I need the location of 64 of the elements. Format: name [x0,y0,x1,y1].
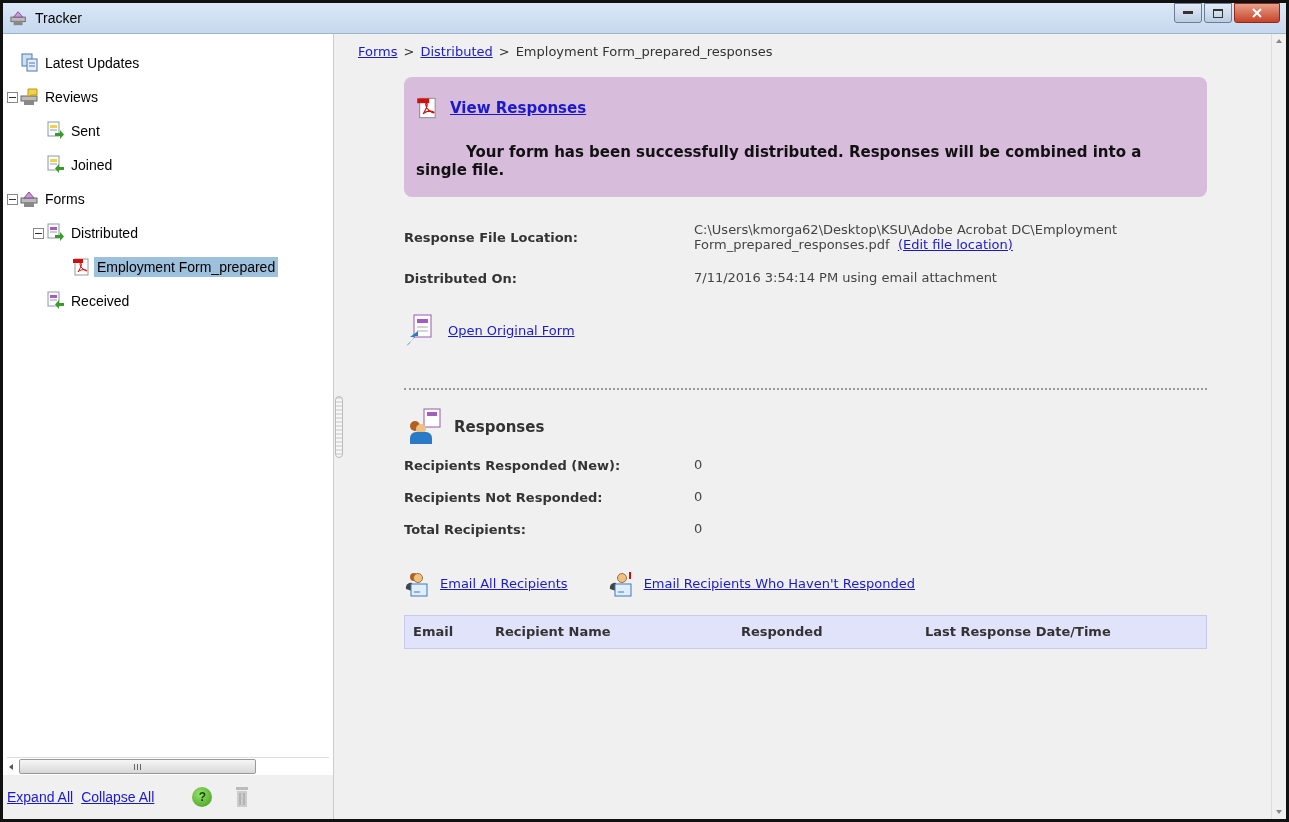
scroll-left-icon[interactable] [7,762,15,771]
column-header[interactable]: Recipient Name [495,624,741,640]
detail-label: Response File Location: [404,230,580,246]
tree-action-link[interactable]: Collapse All [81,789,155,805]
tree-item[interactable]: Sent [68,121,103,141]
folder-item-icon [46,291,66,311]
tree-item[interactable]: Forms [42,189,88,209]
view-responses-link[interactable]: View Responses [450,99,587,117]
pdf-file-icon [72,257,92,277]
minimize-icon [1183,11,1193,15]
tracker-icon [9,9,29,27]
tree-item[interactable]: Received [68,291,133,311]
detail-label: Distributed On: [404,270,518,286]
folder-item-icon [20,53,40,73]
breadcrumb-current: Employment Form_prepared_responses [515,44,773,59]
splitter-handle[interactable] [335,395,343,458]
stat-label: Total Recipients: [404,521,527,537]
tree-item[interactable]: Reviews [42,87,101,107]
folder-item-icon [20,87,40,107]
folder-item-icon [46,155,66,175]
breadcrumb-link[interactable]: Forms [358,44,398,59]
detail-value: C:\Users\kmorga62\Desktop\KSU\Adobe Acrobat DC\Employment [694,223,1118,238]
maximize-icon [1213,8,1223,18]
email-link[interactable]: Email All Recipients [440,576,568,592]
close-button[interactable] [1234,3,1280,23]
edit-location-link[interactable]: (Edit file location) [897,236,1013,252]
tree-item[interactable]: Distributed [68,223,141,243]
email-link[interactable]: Email Recipients Who Haven't Responded [643,576,915,592]
stat-value: 0 [694,457,704,473]
window-title: Tracker [35,10,83,26]
detail-value: Form_prepared_responses.pdf [694,236,890,252]
tree-item[interactable]: Latest Updates [42,53,143,73]
column-header[interactable]: Responded [741,624,925,640]
stat-value: 0 [694,521,704,537]
column-header[interactable]: Email [413,624,495,640]
detail-value: 7/11/2016 3:54:14 PM using email attachment [694,269,997,285]
open-original-form-link[interactable]: Open Original Form [448,323,575,339]
breadcrumb-separator: > [498,44,510,59]
folder-item-icon [20,189,40,209]
folder-item-icon [46,121,66,141]
tree-item[interactable]: Joined [68,155,116,175]
maximize-button[interactable] [1204,3,1232,23]
stat-label: Recipients Responded (New): [404,457,622,473]
folder-item-icon [46,223,66,243]
stat-value: 0 [694,489,704,505]
horizontal-scrollbar[interactable] [7,757,329,775]
tree-action-link[interactable]: Expand All [7,789,74,805]
scroll-down-icon[interactable] [1275,809,1283,815]
minimize-button[interactable] [1174,3,1202,23]
collapse-toggle[interactable] [7,193,18,205]
breadcrumb-separator: > [403,44,415,59]
person-mail-alert-icon [607,570,634,597]
section-heading: Responses [454,417,545,436]
close-icon [1252,8,1262,18]
scroll-up-icon[interactable] [1275,38,1283,44]
banner-message: Your form has been successfully distributed. Responses will be combined into a single file. [416,143,1143,179]
help-button[interactable]: ? [192,787,213,807]
column-header[interactable]: Last Response Date/Time [925,624,1185,640]
stat-label: Recipients Not Responded: [404,489,604,505]
collapse-toggle[interactable] [7,91,18,103]
people-mail-icon [404,570,430,597]
tree-item[interactable]: Employment Form_prepared [94,257,279,277]
breadcrumb-link[interactable]: Distributed [420,44,493,59]
collapse-toggle[interactable] [33,227,44,239]
